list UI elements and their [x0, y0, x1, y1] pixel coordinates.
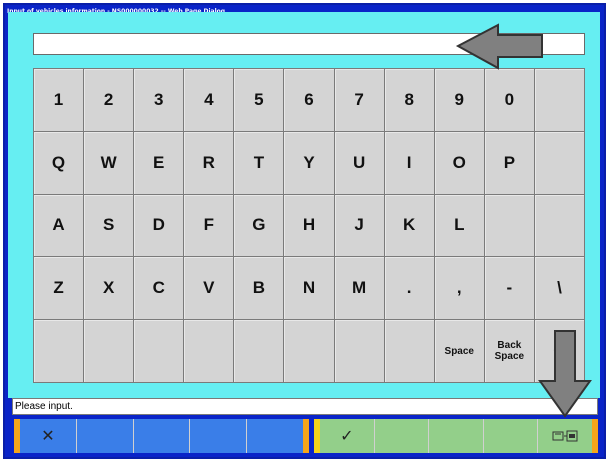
right-blank-button-2[interactable] — [374, 419, 430, 453]
on-screen-keyboard: 1 2 3 4 5 6 7 8 9 0 Q W E R T Y U I O P A S D F G H J K L Z X C V B N M., - \… — [33, 68, 585, 383]
key-1-9[interactable]: P — [484, 131, 534, 194]
key-3-5[interactable]: N — [284, 257, 334, 320]
blank-key[interactable] — [334, 320, 384, 382]
blank-key[interactable] — [284, 320, 334, 382]
confirm-button[interactable]: ✓ — [320, 419, 375, 453]
key-0-0[interactable]: 1 — [34, 69, 84, 131]
blank-key[interactable] — [34, 320, 84, 382]
blank-key[interactable] — [184, 320, 234, 382]
right-blank-button-4[interactable] — [483, 419, 539, 453]
key-3-2[interactable]: C — [134, 257, 184, 320]
key-3-9[interactable]: - — [484, 257, 534, 320]
key-0-1[interactable]: 2 — [84, 69, 134, 131]
key-2-7[interactable]: K — [384, 194, 434, 257]
key-3-8[interactable]: , — [434, 257, 484, 320]
key-2-6[interactable]: J — [334, 194, 384, 257]
card-reader-button[interactable] — [538, 419, 592, 453]
key-0-7[interactable]: 8 — [384, 69, 434, 131]
key-1-0[interactable]: Q — [34, 131, 84, 194]
cancel-icon: ✕ — [41, 428, 55, 445]
left-blank-button-5[interactable] — [247, 419, 303, 453]
key-3-10[interactable]: \ — [534, 257, 584, 320]
blank-key[interactable] — [134, 320, 184, 382]
left-blank-button-2[interactable] — [76, 419, 134, 453]
check-icon: ✓ — [340, 428, 354, 445]
key-0-6[interactable]: 7 — [334, 69, 384, 131]
status-message: Please input. — [12, 398, 598, 415]
key-3-4[interactable]: B — [234, 257, 284, 320]
key-4-8[interactable]: Space — [434, 320, 484, 382]
key-2-2[interactable]: D — [134, 194, 184, 257]
blank-key[interactable] — [384, 320, 434, 382]
key-0-4[interactable]: 5 — [234, 69, 284, 131]
key-2-8[interactable]: L — [434, 194, 484, 257]
left-blank-button-4[interactable] — [190, 419, 248, 453]
key-0-5[interactable]: 6 — [284, 69, 334, 131]
key-1-6[interactable]: U — [334, 131, 384, 194]
key-2-5[interactable]: H — [284, 194, 334, 257]
blank-key[interactable] — [534, 69, 584, 131]
key-2-0[interactable]: A — [34, 194, 84, 257]
key-1-2[interactable]: E — [134, 131, 184, 194]
blank-key[interactable] — [234, 320, 284, 382]
blank-key[interactable] — [534, 131, 584, 194]
key-2-1[interactable]: S — [84, 194, 134, 257]
left-button-group: ✕ — [14, 419, 309, 453]
key-3-3[interactable]: V — [184, 257, 234, 320]
key-2-4[interactable]: G — [234, 194, 284, 257]
key-1-4[interactable]: T — [234, 131, 284, 194]
key-1-3[interactable]: R — [184, 131, 234, 194]
key-0-2[interactable]: 3 — [134, 69, 184, 131]
key-1-7[interactable]: I — [384, 131, 434, 194]
bottom-button-bar: ✕ ✓ — [8, 417, 600, 455]
key-3-1[interactable]: X — [84, 257, 134, 320]
text-input-field[interactable] — [33, 33, 585, 55]
key-0-9[interactable]: 0 — [484, 69, 534, 131]
right-blank-button-3[interactable] — [429, 419, 484, 453]
key-3-6[interactable]: M — [334, 257, 384, 320]
right-button-group: ✓ — [314, 419, 598, 453]
blank-key[interactable] — [534, 194, 584, 257]
card-reader-icon — [552, 430, 578, 442]
key-1-5[interactable]: Y — [284, 131, 334, 194]
left-blank-button-3[interactable] — [133, 419, 191, 453]
cancel-button[interactable]: ✕ — [20, 419, 77, 453]
blank-key[interactable] — [84, 320, 134, 382]
key-3-7[interactable]: . — [384, 257, 434, 320]
key-4-10[interactable]: C — [534, 320, 584, 382]
key-3-0[interactable]: Z — [34, 257, 84, 320]
key-0-3[interactable]: 4 — [184, 69, 234, 131]
key-1-8[interactable]: O — [434, 131, 484, 194]
key-2-3[interactable]: F — [184, 194, 234, 257]
key-0-8[interactable]: 9 — [434, 69, 484, 131]
dialog-client-area: 1 2 3 4 5 6 7 8 9 0 Q W E R T Y U I O P A S D F G H J K L Z X C V B N M., - \… — [8, 12, 600, 398]
blank-key[interactable] — [484, 194, 534, 257]
key-4-9[interactable]: Back Space — [484, 320, 534, 382]
key-1-1[interactable]: W — [84, 131, 134, 194]
